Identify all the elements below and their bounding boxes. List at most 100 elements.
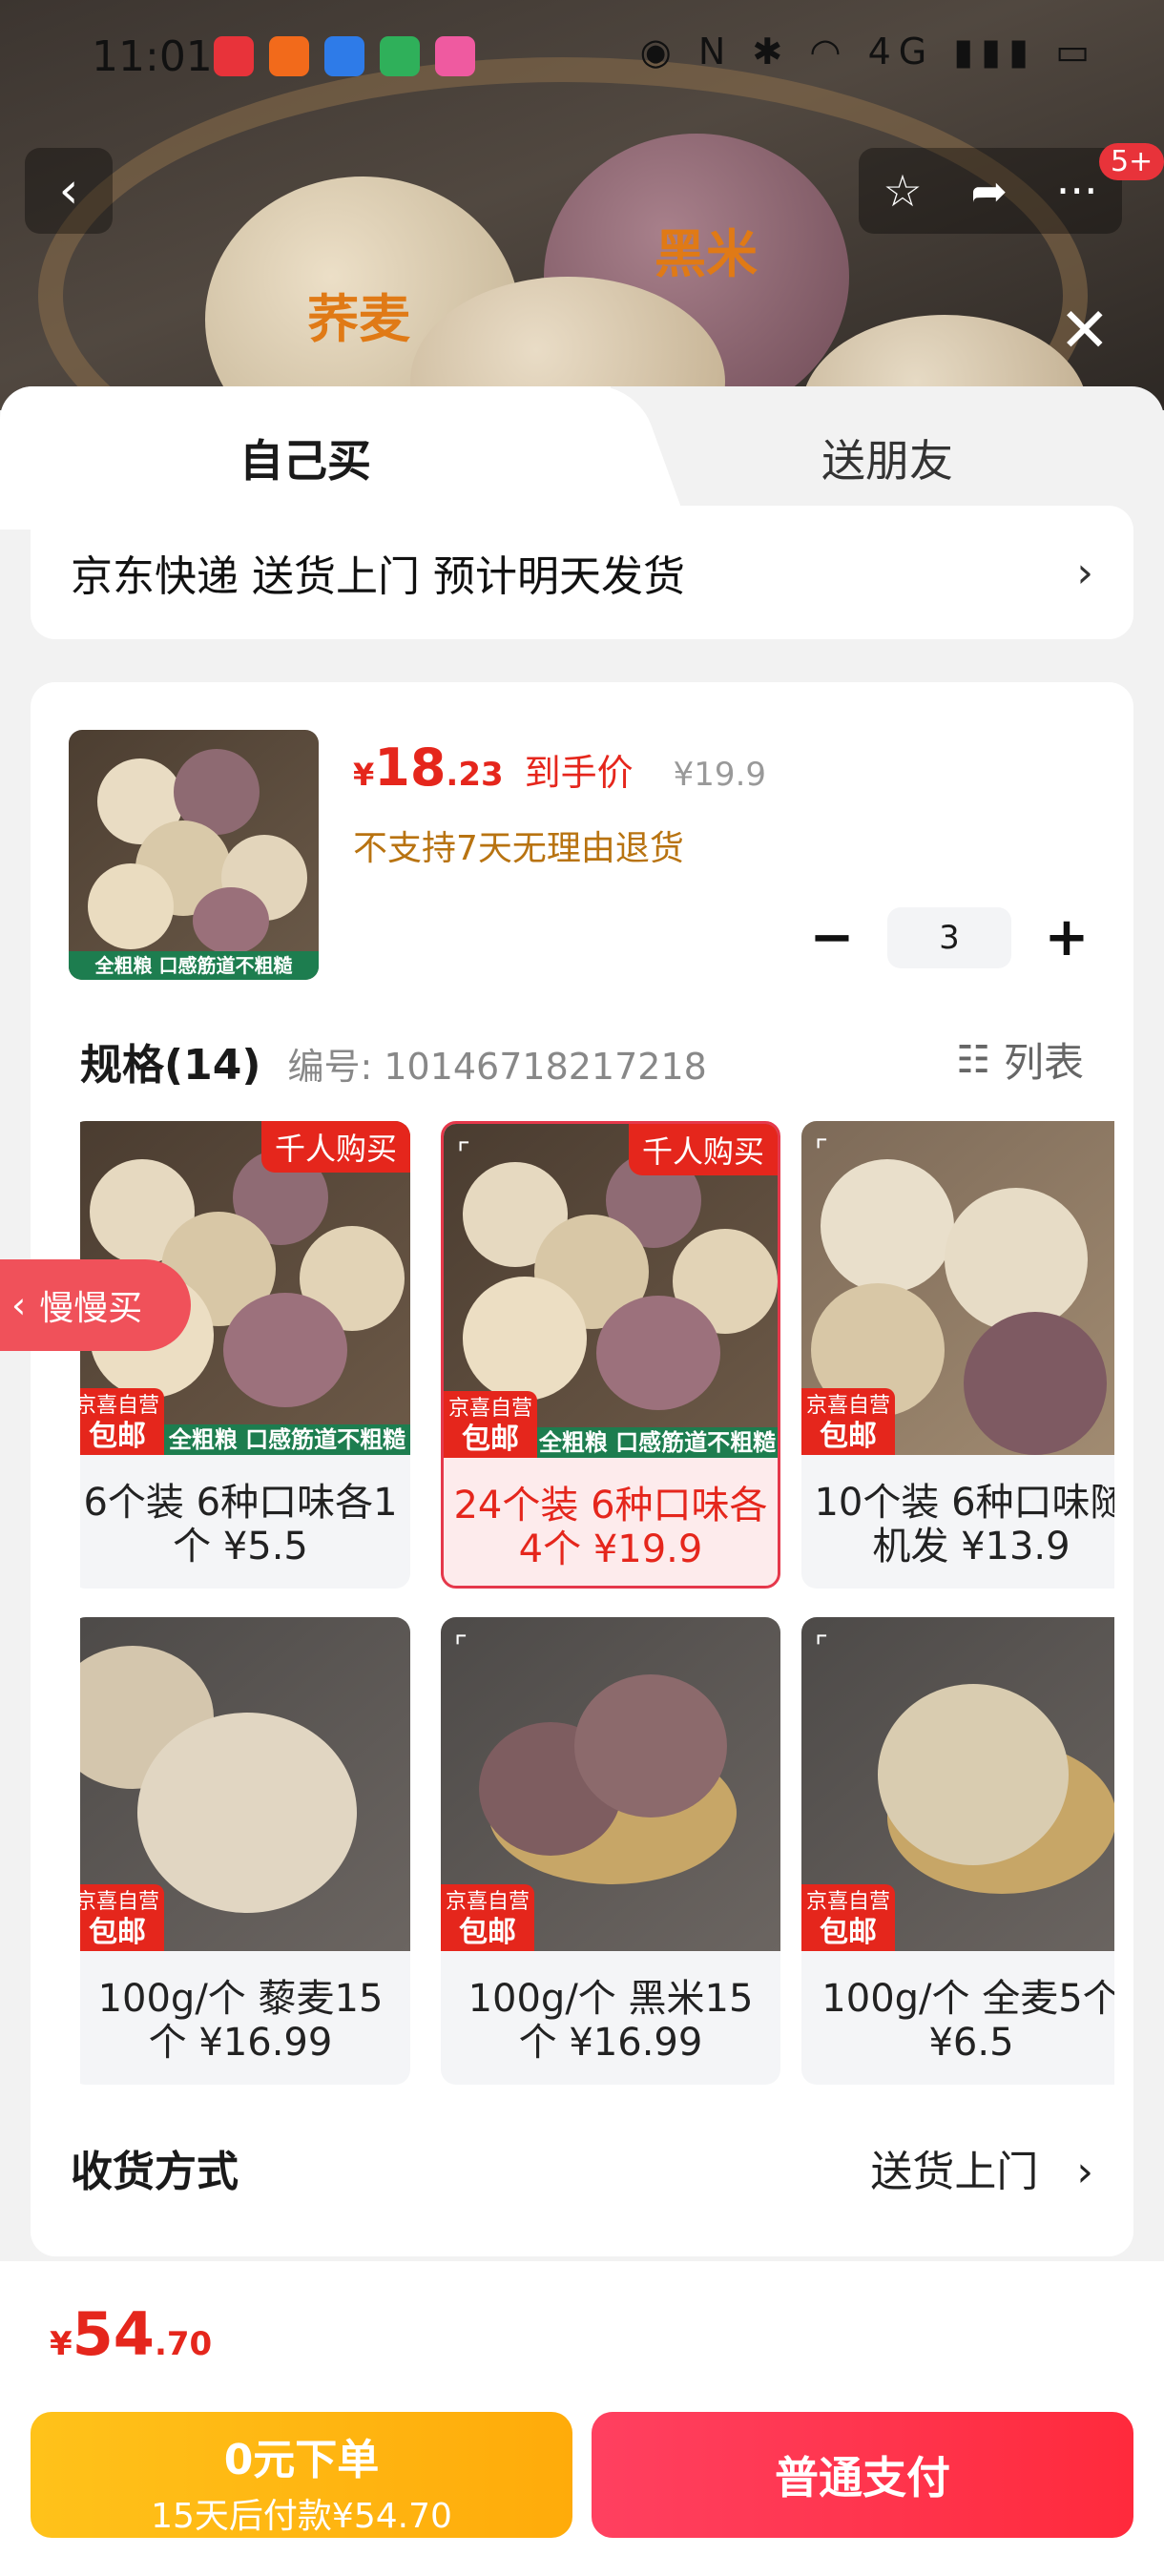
shipping-method-row[interactable]: 收货方式 送货上门 › [71, 2137, 1093, 2198]
status-time: 11:01 [92, 32, 213, 81]
share-icon[interactable]: ➦ [970, 165, 1008, 217]
quantity-input[interactable]: 3 [887, 906, 1011, 968]
return-policy: 不支持7天无理由退货 [353, 829, 684, 868]
jd-badge-bottom: 包邮 [89, 1916, 146, 1949]
jd-badge-top: 京喜自营 [805, 1394, 890, 1418]
spec-option-label: 100g/个 黑米15个 ¥16.99 [468, 1976, 754, 2065]
jd-badge-top: 京喜自营 [805, 1890, 890, 1914]
bun-image [223, 1293, 347, 1407]
zero-down-title: 0元下单 [223, 2436, 380, 2484]
thumbnail-banner: 全粗粮 口感筋道不粗糙 [69, 951, 319, 980]
jd-badge-top: 京喜自营 [80, 1394, 159, 1418]
bun-image [574, 1674, 727, 1818]
slow-buy-label: 慢慢买 [39, 1289, 143, 1328]
photo-label-black-rice: 黑米 [655, 224, 758, 284]
jd-badge-bottom: 包邮 [459, 1916, 516, 1949]
jd-self-operated-badge: 京喜自营 包邮 [801, 1388, 895, 1455]
jd-badge-bottom: 包邮 [820, 1916, 877, 1949]
list-icon: ☷ [956, 1037, 990, 1082]
list-view-toggle[interactable]: ☷ 列表 [956, 1030, 1084, 1089]
app-notification-icon [324, 36, 364, 76]
price-symbol: ¥ [353, 757, 375, 793]
product-thumbnail[interactable]: 全粗粮 口感筋道不粗糙 [69, 730, 319, 980]
expand-icon[interactable]: ⌜ [454, 1631, 492, 1669]
spec-option-label: 10个装 6种口味随机发 ¥13.9 [814, 1480, 1114, 1568]
delivery-text: 京东快递 送货上门 预计明天发货 [71, 552, 685, 601]
top-action-group: ☆ ➦ ··· [859, 148, 1122, 234]
decrease-button[interactable]: − [803, 906, 861, 968]
bun-image [821, 1159, 954, 1293]
spec-code: 编号: 10146718217218 [287, 1046, 707, 1088]
jd-badge-bottom: 包邮 [89, 1420, 146, 1453]
spec-title: 规格(14) [80, 1041, 261, 1090]
spec-option[interactable]: ⌜ 京喜自营 包邮 100g/个 黑米15个 ¥16.99 [441, 1617, 780, 2085]
zero-down-order-button[interactable]: 0元下单 15天后付款¥54.70 [31, 2412, 572, 2538]
spec-option-label: 100g/个 藜麦15个 ¥16.99 [97, 1976, 384, 2065]
app-notification-icon [380, 36, 420, 76]
bun-image [878, 1684, 1069, 1865]
spec-option[interactable]: ⌜ 京喜自营 包邮 10个装 6种口味随机发 ¥13.9 [801, 1121, 1114, 1589]
jd-self-operated-badge: 京喜自营 包邮 [444, 1391, 537, 1458]
purchase-sheet: 自己买 送朋友 京东快递 送货上门 预计明天发货 › 全粗粮 口感筋道不粗糙 ¥… [0, 386, 1164, 2576]
bun-image [137, 1713, 357, 1913]
total-decimal: .70 [154, 2325, 213, 2363]
increase-button[interactable]: + [1038, 906, 1095, 968]
spec-option-label: 24个装 6种口味各4个 ¥19.9 [453, 1483, 768, 1571]
close-icon[interactable]: ✕ [1059, 296, 1111, 366]
tab-self-buy-label: 自己买 [239, 435, 371, 487]
feature-banner: 全粗粮 口感筋道不粗糙 [164, 1424, 410, 1455]
more-icon[interactable]: ··· [1056, 165, 1098, 217]
chevron-right-icon: › [1076, 548, 1093, 597]
expand-icon[interactable]: ⌜ [815, 1631, 853, 1669]
expand-icon[interactable]: ⌜ [815, 1134, 853, 1173]
jd-badge-bottom: 包邮 [462, 1423, 519, 1456]
hot-tag: 千人购买 [628, 1124, 778, 1175]
spec-option-label: 6个装 6种口味各1个 ¥5.5 [83, 1480, 398, 1568]
feature-banner: 全粗粮 口感筋道不粗糙 [537, 1427, 778, 1458]
delivery-info-row[interactable]: 京东快递 送货上门 预计明天发货 › [31, 506, 1133, 639]
back-button[interactable]: ‹ [25, 148, 113, 234]
tab-gift-friend-label: 送朋友 [821, 435, 953, 487]
list-view-label: 列表 [1003, 1039, 1084, 1086]
total-price: ¥54.70 [50, 2299, 212, 2369]
spec-option[interactable]: 京喜自营 包邮 100g/个 藜麦15个 ¥16.99 [80, 1617, 410, 2085]
system-status-icons: ◉ N ✱ ◠ 4G ▮▮▮ ▭ [639, 31, 1097, 73]
total-integer: 54 [72, 2299, 155, 2369]
jd-self-operated-badge: 京喜自营 包邮 [80, 1884, 164, 1951]
jd-badge-top: 京喜自营 [80, 1890, 159, 1914]
spec-header: 规格(14) 编号: 10146718217218 [80, 1030, 707, 1091]
final-price-label: 到手价 [524, 752, 634, 794]
product-config-card: 全粗粮 口感筋道不粗糙 ¥18.23 到手价 ¥19.9 不支持7天无理由退货 … [31, 682, 1133, 2256]
price-integer: 18 [374, 737, 447, 798]
shipping-value-text: 送货上门 [870, 2148, 1039, 2196]
bun-image [596, 1296, 720, 1410]
status-bar: 11:01 ◉ N ✱ ◠ 4G ▮▮▮ ▭ [0, 0, 1164, 114]
jd-self-operated-badge: 京喜自营 包邮 [80, 1388, 164, 1455]
bun-image [945, 1188, 1088, 1331]
spec-option[interactable]: ⌜ 京喜自营 包邮 100g/个 全麦5个 ¥6.5 [801, 1617, 1114, 2085]
app-notification-icon [269, 36, 309, 76]
spec-grid: 千人购买 京喜自营 包邮 全粗粮 口感筋道不粗糙 6个装 6种口味各1个 ¥5.5… [80, 1121, 1114, 2085]
message-badge: 5+ [1099, 143, 1164, 180]
zero-down-subtitle: 15天后付款¥54.70 [151, 2497, 452, 2536]
bun-image [193, 887, 269, 954]
price-row: ¥18.23 到手价 ¥19.9 [353, 737, 766, 798]
spec-option[interactable]: 千人购买 京喜自营 包邮 全粗粮 口感筋道不粗糙 6个装 6种口味各1个 ¥5.5 [80, 1121, 410, 1589]
spec-option-label: 100g/个 全麦5个 ¥6.5 [821, 1976, 1114, 2065]
current-price: ¥18.23 [353, 737, 504, 798]
bun-image [463, 1277, 587, 1401]
app-notification-icon [214, 36, 254, 76]
jd-badge-bottom: 包邮 [820, 1420, 877, 1453]
checkout-bar: ¥54.70 0元下单 15天后付款¥54.70 普通支付 [0, 2261, 1164, 2576]
price-decimal: .23 [446, 756, 504, 794]
chevron-left-icon: ‹ [58, 162, 79, 219]
slow-buy-tab[interactable]: ‹ 慢慢买 [0, 1259, 191, 1351]
normal-pay-button[interactable]: 普通支付 [592, 2412, 1133, 2538]
expand-icon[interactable]: ⌜ [457, 1137, 495, 1175]
bun-image [88, 863, 174, 949]
spec-option-selected[interactable]: ⌜ 千人购买 京喜自营 包邮 全粗粮 口感筋道不粗糙 24个装 6种口味各4个 ¥… [441, 1121, 780, 1589]
app-notification-icon [435, 36, 475, 76]
jd-badge-top: 京喜自营 [447, 1397, 532, 1421]
hot-tag: 千人购买 [260, 1121, 410, 1173]
star-icon[interactable]: ☆ [883, 165, 922, 217]
